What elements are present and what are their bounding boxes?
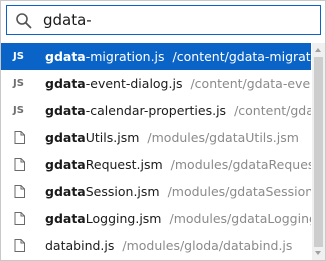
result-filename: gdata-migration.js xyxy=(45,49,165,64)
result-path: /content/gdata-event... xyxy=(190,76,311,91)
result-filename: gdataLogging.jsm xyxy=(45,211,161,226)
result-filename: gdataRequest.jsm xyxy=(45,157,163,172)
result-filename-match: gdata xyxy=(45,157,86,172)
result-path: /modules/gdataSession.jsm xyxy=(167,184,311,199)
result-filename-rest: Request.jsm xyxy=(85,157,163,172)
scroll-down-arrow-icon[interactable] xyxy=(315,251,321,255)
search-input[interactable] xyxy=(43,9,313,31)
result-item[interactable]: gdataRequest.jsm/modules/gdataRequest.j.… xyxy=(1,151,311,178)
file-icon xyxy=(1,212,45,225)
result-path: /content/gdata-migratio... xyxy=(172,49,311,64)
search-box[interactable] xyxy=(6,5,321,35)
result-path: /modules/gdataRequest.j... xyxy=(170,157,311,172)
result-filename-match: gdata xyxy=(45,130,86,145)
result-path: /modules/gloda/databind.js xyxy=(122,238,293,253)
js-file-icon: JS xyxy=(13,51,24,62)
js-file-icon: JS xyxy=(13,105,24,116)
js-file-icon: JS xyxy=(13,78,24,89)
quick-open-panel: JSgdata-migration.js/content/gdata-migra… xyxy=(0,0,326,261)
result-filename-rest: -event-dialog.js xyxy=(85,76,183,91)
file-icon xyxy=(1,185,45,198)
result-filename-rest: Utils.jsm xyxy=(85,130,140,145)
result-filename-rest: -migration.js xyxy=(85,49,165,64)
result-filename: gdata-calendar-properties.js xyxy=(45,103,226,118)
result-filename-match: gdata xyxy=(45,103,86,118)
results-list: JS gdata-migration.js/content/gdata-migra… xyxy=(1,43,311,260)
result-filename: databind.js xyxy=(45,238,114,253)
result-filename-match: gdata xyxy=(45,211,86,226)
result-item[interactable]: gdataSession.jsm/modules/gdataSession.js… xyxy=(1,178,311,205)
result-item[interactable]: gdataUtils.jsm/modules/gdataUtils.jsm xyxy=(1,124,311,151)
result-filename-rest: Session.jsm xyxy=(85,184,160,199)
result-filename-rest: Logging.jsm xyxy=(85,211,162,226)
result-item[interactable]: databind.js/modules/gloda/databind.js xyxy=(1,232,311,259)
file-icon xyxy=(1,158,45,171)
result-filename: gdataSession.jsm xyxy=(45,184,160,199)
result-filename-match: gdata xyxy=(45,184,86,199)
scroll-up-arrow-icon[interactable] xyxy=(315,48,321,52)
result-item[interactable]: JS gdata-event-dialog.js/content/gdata-ev… xyxy=(1,70,311,97)
result-item[interactable]: JS gdata-calendar-properties.js/content/g… xyxy=(1,97,311,124)
result-path: /modules/gdataUtils.jsm xyxy=(147,130,299,145)
result-path: /modules/gdataLogging.j... xyxy=(169,211,311,226)
result-filename-match: gdata xyxy=(45,76,86,91)
result-filename-rest: -calendar-properties.js xyxy=(85,103,227,118)
result-path: /content/gdata... xyxy=(234,103,311,118)
result-filename-rest: databind.js xyxy=(45,238,115,253)
scrollbar-thumb[interactable] xyxy=(314,57,323,247)
file-icon xyxy=(1,239,45,252)
scrollbar[interactable] xyxy=(312,43,325,260)
result-item[interactable]: JS gdata-migration.js/content/gdata-migra… xyxy=(1,43,311,70)
result-filename-match: gdata xyxy=(45,49,86,64)
result-filename: gdata-event-dialog.js xyxy=(45,76,182,91)
result-filename: gdataUtils.jsm xyxy=(45,130,139,145)
result-item[interactable]: gdataLogging.jsm/modules/gdataLogging.j.… xyxy=(1,205,311,232)
search-icon xyxy=(16,13,32,29)
file-icon xyxy=(1,131,45,144)
